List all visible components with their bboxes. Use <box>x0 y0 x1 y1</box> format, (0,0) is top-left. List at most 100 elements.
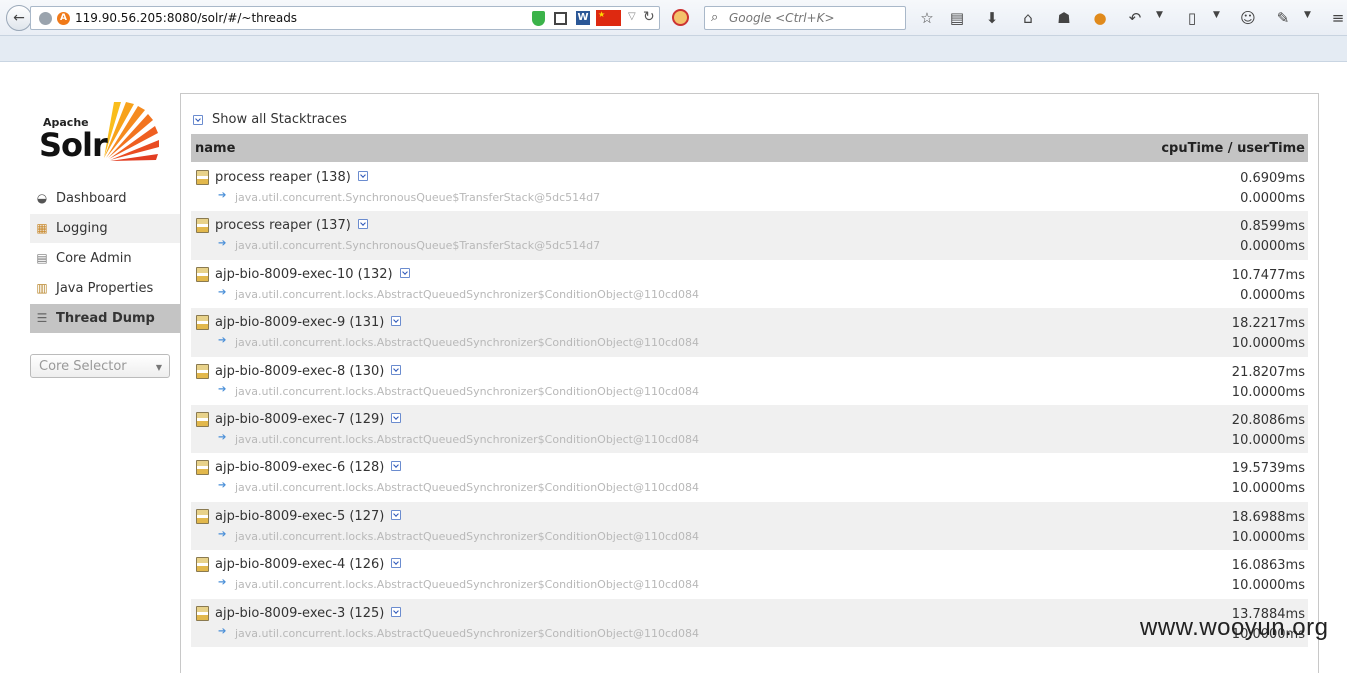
word-icon[interactable]: W <box>576 11 590 25</box>
thread-name[interactable]: ajp-bio-8009-exec-3 (125) <box>215 606 402 621</box>
undo-dropdown-icon[interactable]: ▼ <box>1156 10 1163 20</box>
thread-trace: java.util.concurrent.locks.AbstractQueue… <box>235 578 700 592</box>
hourglass-icon <box>196 605 209 621</box>
thread-name[interactable]: process reaper (138) <box>215 170 368 185</box>
back-arrow-icon[interactable]: ← <box>6 5 32 31</box>
dropdown-icon[interactable]: ▽ <box>628 11 636 22</box>
url-bar[interactable]: A 119.90.56.205:8080/solr/#/~threads W ★… <box>30 6 660 30</box>
addon-icon[interactable]: ● <box>1090 8 1110 28</box>
expand-icon[interactable] <box>399 267 410 278</box>
user-icon[interactable]: ☗ <box>1054 8 1074 28</box>
expand-icon[interactable] <box>391 412 402 423</box>
menu-icon[interactable]: ≡ <box>1328 8 1347 28</box>
arrow-right-icon: ➔ <box>218 383 227 395</box>
globe-icon <box>39 12 52 25</box>
hourglass-icon <box>196 460 209 476</box>
thread-name-text: process reaper (138) <box>215 170 351 185</box>
thread-name[interactable]: ajp-bio-8009-exec-4 (126) <box>215 557 402 572</box>
screenshot-dropdown-icon[interactable]: ▼ <box>1213 10 1220 20</box>
thread-dump-panel: Show all Stacktraces name cpuTime / user… <box>180 93 1319 673</box>
qr-icon[interactable] <box>554 12 567 25</box>
thread-name-text: ajp-bio-8009-exec-10 (132) <box>215 266 393 282</box>
undo-icon[interactable]: ↶ <box>1125 8 1145 28</box>
cpu-time: 20.8086ms <box>1231 412 1305 428</box>
thread-name-text: process reaper (137) <box>215 218 351 234</box>
search-input[interactable] <box>729 10 899 26</box>
table-row: ajp-bio-8009-exec-4 (126) ➔ java.util.co… <box>191 550 1308 598</box>
hourglass-icon <box>196 218 209 234</box>
cpu-time: 19.5739ms <box>1231 461 1305 477</box>
bookmark-star-icon[interactable]: ☆ <box>917 8 937 28</box>
home-icon[interactable]: ⌂ <box>1018 8 1038 28</box>
column-header-name: name <box>195 141 236 156</box>
expand-icon[interactable] <box>391 509 402 520</box>
core-selector[interactable]: Core Selector ▼ <box>30 354 170 378</box>
search-bar[interactable]: ⌕ <box>704 6 906 30</box>
arrow-right-icon: ➔ <box>218 480 227 492</box>
arrow-right-icon: ➔ <box>218 238 227 250</box>
thread-name-text: ajp-bio-8009-exec-8 (130) <box>215 363 385 379</box>
thread-trace: java.util.concurrent.locks.AbstractQueue… <box>235 432 700 446</box>
expand-icon[interactable] <box>357 219 368 230</box>
thread-name[interactable]: ajp-bio-8009-exec-10 (132) <box>215 267 410 282</box>
show-all-stacktraces-toggle[interactable]: Show all Stacktraces <box>193 112 347 127</box>
sidebar-item-thread-dump[interactable]: ☰ Thread Dump <box>30 303 180 333</box>
table-row: process reaper (138) ➔ java.util.concurr… <box>191 163 1308 211</box>
china-flag-icon[interactable]: ★ <box>596 10 621 26</box>
expand-icon[interactable] <box>391 606 402 617</box>
expand-icon[interactable] <box>391 461 402 472</box>
browser-toolbar: ← A 119.90.56.205:8080/solr/#/~threads W… <box>0 0 1347 36</box>
thread-name[interactable]: process reaper (137) <box>215 218 368 233</box>
chevron-down-icon: ▼ <box>155 363 162 372</box>
thread-trace: java.util.concurrent.locks.AbstractQueue… <box>235 336 700 350</box>
sidebar-item-java-properties[interactable]: ▥ Java Properties <box>30 273 180 303</box>
tools-dropdown-icon[interactable]: ▼ <box>1304 10 1311 20</box>
user-time: 10.0000ms <box>1231 432 1305 448</box>
solr-logo[interactable]: Apache Solr <box>36 98 166 168</box>
sidebar-item-label: Core Admin <box>56 251 132 266</box>
dashboard-icon: ◒ <box>36 191 48 205</box>
expand-icon[interactable] <box>391 558 402 569</box>
reload-icon[interactable]: ↻ <box>643 9 655 25</box>
show-all-label: Show all Stacktraces <box>212 112 347 127</box>
column-header-time: cpuTime / userTime <box>1161 141 1305 156</box>
sidebar-item-dashboard[interactable]: ◒ Dashboard <box>30 183 180 213</box>
shield-icon[interactable] <box>532 11 545 26</box>
hourglass-icon <box>196 170 209 185</box>
sidebar-item-label: Thread Dump <box>56 311 155 326</box>
logo-solr-text: Solr <box>39 126 108 164</box>
screenshot-icon[interactable]: ▯ <box>1182 8 1202 28</box>
thread-name[interactable]: ajp-bio-8009-exec-8 (130) <box>215 363 402 379</box>
arrow-right-icon: ➔ <box>218 335 227 347</box>
expand-icon[interactable] <box>357 171 368 181</box>
site-a-icon: A <box>57 12 70 25</box>
reading-list-icon[interactable]: ▤ <box>947 8 967 28</box>
thread-name[interactable]: ajp-bio-8009-exec-5 (127) <box>215 509 402 524</box>
expand-icon[interactable] <box>391 316 402 327</box>
user-time: 0.0000ms <box>1240 287 1305 303</box>
user-time: 0.0000ms <box>1240 239 1305 255</box>
thread-list: process reaper (138) ➔ java.util.concurr… <box>191 163 1308 647</box>
url-text[interactable]: 119.90.56.205:8080/solr/#/~threads <box>75 11 297 25</box>
cpu-time: 0.8599ms <box>1240 219 1305 235</box>
thread-name[interactable]: ajp-bio-8009-exec-7 (129) <box>215 412 402 427</box>
table-row: ajp-bio-8009-exec-6 (128) ➔ java.util.co… <box>191 453 1308 501</box>
search-icon: ⌕ <box>711 10 719 25</box>
thread-trace: java.util.concurrent.locks.AbstractQueue… <box>235 384 700 398</box>
arrow-right-icon: ➔ <box>218 190 227 201</box>
table-row: process reaper (137) ➔ java.util.concurr… <box>191 211 1308 260</box>
sidebar-item-logging[interactable]: ▦ Logging <box>30 213 180 243</box>
logging-icon: ▦ <box>36 221 48 235</box>
arrow-right-icon: ➔ <box>218 577 227 589</box>
tools-icon[interactable]: ✎ <box>1273 8 1293 28</box>
expand-icon[interactable] <box>391 364 402 375</box>
chat-icon[interactable]: ☺ <box>1238 8 1258 28</box>
download-icon[interactable]: ⬇ <box>982 8 1002 28</box>
sidebar-item-core-admin[interactable]: ▤ Core Admin <box>30 243 180 273</box>
thread-name[interactable]: ajp-bio-8009-exec-6 (128) <box>215 460 402 475</box>
table-row: ajp-bio-8009-exec-8 (130) ➔ java.util.co… <box>191 357 1308 405</box>
expand-icon <box>193 114 203 125</box>
noscript-icon[interactable] <box>672 9 689 26</box>
watermark-text: www.wooyun.org <box>1140 614 1329 641</box>
thread-name[interactable]: ajp-bio-8009-exec-9 (131) <box>215 315 402 330</box>
